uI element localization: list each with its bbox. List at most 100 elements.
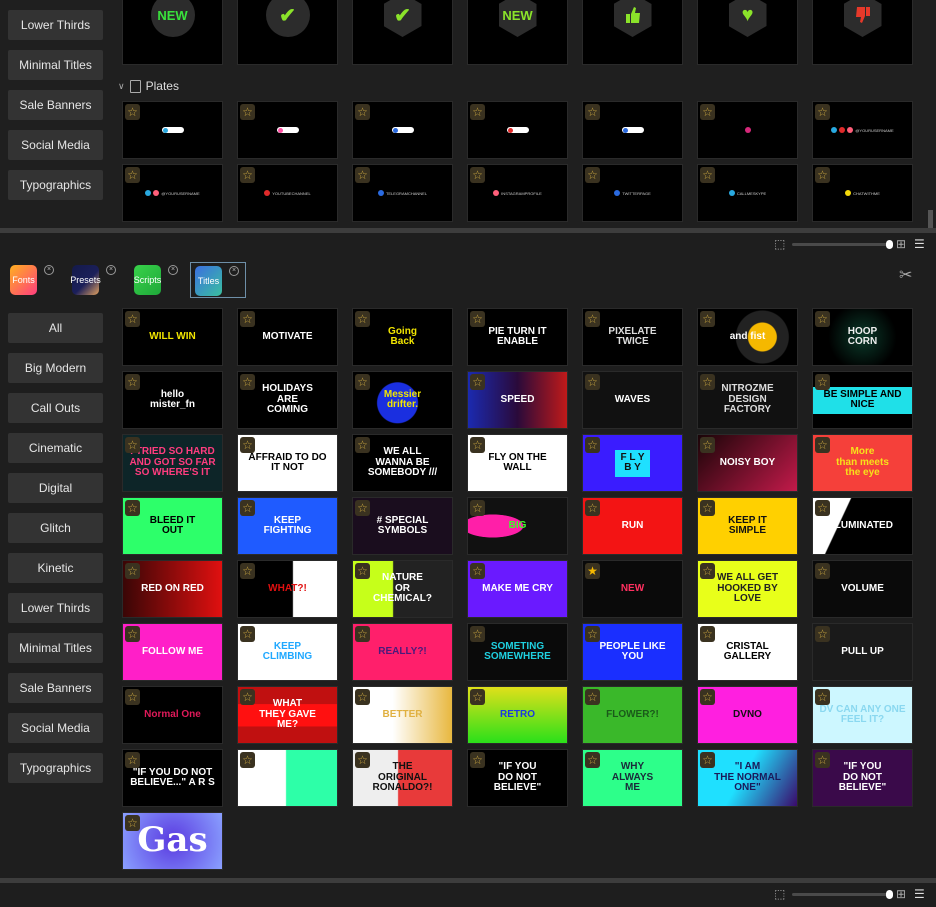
plate-tile[interactable]: ☆ bbox=[467, 101, 568, 159]
title-preset-tile[interactable]: ☆ MOTIVATE bbox=[237, 308, 338, 366]
title-preset-tile[interactable]: ☆ DV CAN ANY ONE FEEL IT? bbox=[812, 686, 913, 744]
title-preset-tile[interactable]: ☆ REALLY?! bbox=[352, 623, 453, 681]
title-preset-tile[interactable]: ☆ "IF YOU DO NOT BELIEVE..." A R S bbox=[122, 749, 223, 807]
close-tab-icon[interactable]: × bbox=[44, 265, 54, 275]
favorite-star-icon[interactable]: ☆ bbox=[815, 104, 830, 120]
title-preset-tile[interactable]: ☆ ILUMINATED bbox=[812, 497, 913, 555]
close-tab-icon[interactable]: × bbox=[229, 266, 239, 276]
title-preset-tile[interactable]: ☆ Going Back bbox=[352, 308, 453, 366]
title-preset-tile[interactable]: ☆ VOLUME bbox=[812, 560, 913, 618]
plate-tile[interactable]: ☆ bbox=[697, 101, 798, 159]
favorite-star-icon[interactable]: ☆ bbox=[815, 689, 830, 705]
title-preset-tile[interactable]: ☆ HOLIDAYS ARE COMING bbox=[237, 371, 338, 429]
tab-presets[interactable]: Presets × bbox=[68, 262, 124, 298]
favorite-star-icon[interactable]: ☆ bbox=[355, 311, 370, 327]
title-preset-tile[interactable]: ☆ "IF YOU DO NOT BELIEVE" bbox=[812, 749, 913, 807]
icon-preset-tile[interactable]: NEW bbox=[467, 0, 568, 65]
favorite-star-icon[interactable]: ☆ bbox=[585, 437, 600, 453]
category-button-sale-banners[interactable]: Sale Banners bbox=[8, 90, 103, 120]
favorite-star-icon[interactable]: ☆ bbox=[240, 752, 255, 768]
title-preset-tile[interactable]: ☆ Messier drifter. bbox=[352, 371, 453, 429]
favorite-star-icon[interactable]: ☆ bbox=[815, 563, 830, 579]
favorite-star-icon[interactable]: ☆ bbox=[470, 311, 485, 327]
title-preset-tile[interactable]: ☆ NOISY BOY bbox=[697, 434, 798, 492]
list-view-icon[interactable]: ☰ bbox=[914, 888, 926, 900]
plates-folder-header[interactable]: ∨ Plates bbox=[118, 79, 179, 93]
plate-tile[interactable]: ☆ TWITTERPAGE bbox=[582, 164, 683, 222]
title-preset-tile[interactable]: ☆ HOOP CORN bbox=[812, 308, 913, 366]
title-preset-tile[interactable]: ★ NEW bbox=[582, 560, 683, 618]
title-preset-tile[interactable]: ☆ NITROZME DESIGN FACTORY bbox=[697, 371, 798, 429]
close-tab-icon[interactable]: × bbox=[168, 265, 178, 275]
favorite-star-icon[interactable]: ☆ bbox=[585, 752, 600, 768]
title-preset-tile[interactable]: ☆ WHAT?! bbox=[237, 560, 338, 618]
plate-tile[interactable]: ☆ @YOURUSERNAME bbox=[122, 164, 223, 222]
category-button-call-outs[interactable]: Call Outs bbox=[8, 393, 103, 423]
favorite-star-icon[interactable]: ☆ bbox=[815, 167, 830, 183]
favorite-star-icon[interactable]: ☆ bbox=[355, 689, 370, 705]
plate-tile[interactable]: ☆ bbox=[352, 101, 453, 159]
favorite-star-icon[interactable]: ☆ bbox=[470, 437, 485, 453]
favorite-star-icon[interactable]: ☆ bbox=[585, 689, 600, 705]
favorite-star-icon[interactable]: ☆ bbox=[125, 374, 140, 390]
favorite-star-icon[interactable]: ☆ bbox=[815, 752, 830, 768]
category-button-minimal-titles[interactable]: Minimal Titles bbox=[8, 633, 103, 663]
title-preset-tile[interactable]: ☆ SPEED bbox=[467, 371, 568, 429]
title-preset-tile[interactable]: ☆ WILL WIN bbox=[122, 308, 223, 366]
category-button-typographics[interactable]: Typographics bbox=[8, 170, 103, 200]
title-preset-tile[interactable]: ☆ RED ON RED bbox=[122, 560, 223, 618]
category-button-glitch[interactable]: Glitch bbox=[8, 513, 103, 543]
favorite-star-icon[interactable]: ☆ bbox=[700, 563, 715, 579]
favorite-star-icon[interactable]: ☆ bbox=[125, 752, 140, 768]
title-preset-tile[interactable]: ☆ PEOPLE LIKE YOU bbox=[582, 623, 683, 681]
plate-tile[interactable]: ☆ INSTAGRAMPROFILE bbox=[467, 164, 568, 222]
title-preset-tile[interactable]: ☆ MAKE ME CRY bbox=[467, 560, 568, 618]
favorite-star-icon[interactable]: ☆ bbox=[470, 104, 485, 120]
plate-tile[interactable]: ☆ bbox=[237, 101, 338, 159]
category-button-social-media[interactable]: Social Media bbox=[8, 713, 103, 743]
bottom-splitter[interactable] bbox=[0, 878, 936, 883]
favorite-star-icon[interactable]: ☆ bbox=[470, 167, 485, 183]
tab-scripts[interactable]: Scripts × bbox=[130, 262, 186, 298]
title-preset-tile[interactable]: ☆ KEEP IT SIMPLE bbox=[697, 497, 798, 555]
favorite-star-icon[interactable]: ☆ bbox=[700, 626, 715, 642]
category-button-lower-thirds[interactable]: Lower Thirds bbox=[8, 593, 103, 623]
favorite-star-icon[interactable]: ☆ bbox=[355, 752, 370, 768]
title-preset-tile[interactable]: ☆ More than meets the eye bbox=[812, 434, 913, 492]
title-preset-tile[interactable]: ☆ PIE TURN IT ENABLE bbox=[467, 308, 568, 366]
title-preset-tile[interactable]: ☆ PIXELATE TWICE bbox=[582, 308, 683, 366]
favorite-star-icon[interactable]: ☆ bbox=[815, 374, 830, 390]
favorite-star-icon[interactable]: ☆ bbox=[470, 374, 485, 390]
favorite-star-icon[interactable]: ☆ bbox=[125, 815, 140, 831]
tools-icon[interactable]: ✂ bbox=[899, 265, 912, 285]
category-button-big-modern[interactable]: Big Modern bbox=[8, 353, 103, 383]
title-preset-tile[interactable]: ☆ RUN bbox=[582, 497, 683, 555]
favorite-star-icon[interactable]: ☆ bbox=[470, 752, 485, 768]
title-preset-tile[interactable]: ☆ # SPECIAL SYMBOLS bbox=[352, 497, 453, 555]
category-button-sale-banners[interactable]: Sale Banners bbox=[8, 673, 103, 703]
title-preset-tile[interactable]: ☆ WE ALL GET HOOKED BY LOVE bbox=[697, 560, 798, 618]
favorite-star-icon[interactable]: ☆ bbox=[700, 104, 715, 120]
title-preset-tile[interactable]: ☆ bbox=[237, 749, 338, 807]
title-preset-tile[interactable]: ☆ THE ORIGINAL RONALDO?! bbox=[352, 749, 453, 807]
favorite-star-icon[interactable]: ☆ bbox=[355, 626, 370, 642]
title-preset-tile[interactable]: ☆ AFFRAID TO DO IT NOT bbox=[237, 434, 338, 492]
favorite-star-icon[interactable]: ☆ bbox=[125, 437, 140, 453]
close-tab-icon[interactable]: × bbox=[106, 265, 116, 275]
title-preset-tile[interactable]: ☆ BIG bbox=[467, 497, 568, 555]
plate-tile[interactable]: ☆ bbox=[122, 101, 223, 159]
favorite-star-icon[interactable]: ☆ bbox=[585, 626, 600, 642]
favorite-star-icon[interactable]: ☆ bbox=[125, 311, 140, 327]
title-preset-tile[interactable]: ☆ BETTER bbox=[352, 686, 453, 744]
title-preset-tile[interactable]: ☆ KEEP CLIMBING bbox=[237, 623, 338, 681]
favorite-star-icon[interactable]: ☆ bbox=[815, 626, 830, 642]
favorite-star-icon[interactable]: ☆ bbox=[470, 689, 485, 705]
category-button-social-media[interactable]: Social Media bbox=[8, 130, 103, 160]
plate-tile[interactable]: ☆ TELEGRAMCHANNEL bbox=[352, 164, 453, 222]
tab-fonts[interactable]: Fonts × bbox=[6, 262, 62, 298]
panel-splitter[interactable] bbox=[0, 228, 936, 233]
favorite-star-icon[interactable]: ☆ bbox=[355, 374, 370, 390]
favorite-star-icon[interactable]: ☆ bbox=[355, 500, 370, 516]
title-preset-tile[interactable]: ☆ F L Y B Y bbox=[582, 434, 683, 492]
title-preset-tile[interactable]: ☆ "IF YOU DO NOT BELIEVE" bbox=[467, 749, 568, 807]
